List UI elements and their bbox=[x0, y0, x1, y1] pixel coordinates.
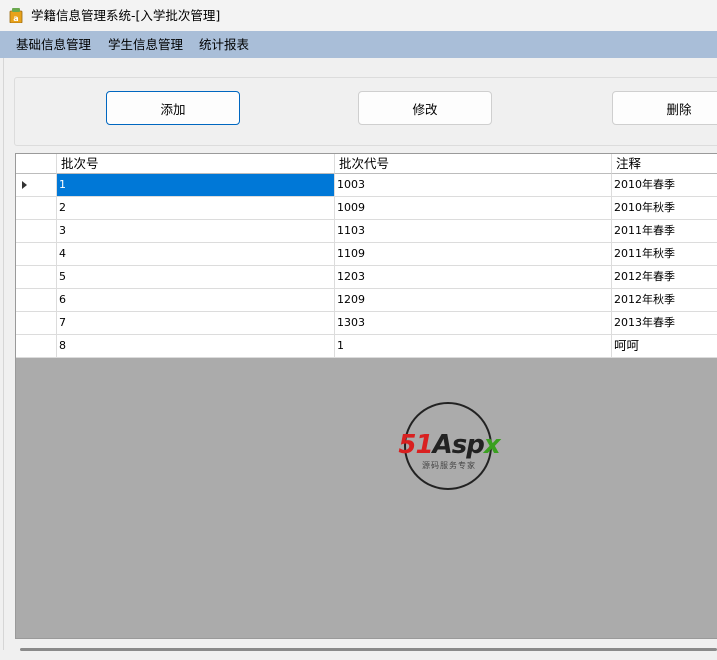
table-row[interactable]: 6 1209 2012年秋季 bbox=[16, 289, 717, 312]
row-header[interactable] bbox=[16, 174, 57, 197]
row-indicator-icon bbox=[22, 181, 27, 189]
column-header-batch-no[interactable]: 批次号 bbox=[57, 154, 335, 174]
logo-brand-asp: Asp bbox=[432, 430, 485, 460]
menu-student-info[interactable]: 学生信息管理 bbox=[108, 37, 183, 53]
cell-batch-code[interactable]: 1109 bbox=[335, 243, 612, 266]
row-header[interactable] bbox=[16, 243, 57, 266]
window-title: 学籍信息管理系统-[入学批次管理] bbox=[31, 8, 221, 23]
cell-batch-no[interactable]: 3 bbox=[57, 220, 335, 243]
logo-tagline: 源码服务专家 bbox=[422, 461, 476, 470]
row-header-corner bbox=[16, 154, 57, 174]
horizontal-scrollbar[interactable] bbox=[16, 640, 717, 660]
cell-batch-code[interactable]: 1 bbox=[335, 335, 612, 358]
cell-batch-code[interactable]: 1103 bbox=[335, 220, 612, 243]
scrollbar-thumb[interactable] bbox=[20, 648, 717, 651]
title-bar: a 学籍信息管理系统-[入学批次管理] bbox=[0, 0, 717, 31]
cell-batch-code[interactable]: 1003 bbox=[335, 174, 612, 197]
cell-note[interactable]: 呵呵 bbox=[612, 335, 717, 358]
batch-grid[interactable]: 批次号 批次代号 注释 1 1003 2010年春季 2 1009 2010年秋… bbox=[15, 153, 717, 639]
row-header[interactable] bbox=[16, 197, 57, 220]
row-header[interactable] bbox=[16, 312, 57, 335]
cell-note[interactable]: 2010年春季 bbox=[612, 174, 717, 197]
add-button[interactable]: 添加 bbox=[106, 91, 240, 125]
edit-button[interactable]: 修改 bbox=[358, 91, 492, 125]
cell-batch-no[interactable]: 7 bbox=[57, 312, 335, 335]
menu-reports[interactable]: 统计报表 bbox=[199, 37, 249, 53]
row-header[interactable] bbox=[16, 266, 57, 289]
table-row[interactable]: 5 1203 2012年春季 bbox=[16, 266, 717, 289]
logo-brand: 51Aspx bbox=[386, 430, 512, 460]
row-header[interactable] bbox=[16, 220, 57, 243]
menu-basic-info[interactable]: 基础信息管理 bbox=[16, 37, 91, 53]
delete-button[interactable]: 删除 bbox=[612, 91, 717, 125]
cell-batch-code[interactable]: 1303 bbox=[335, 312, 612, 335]
cell-note[interactable]: 2012年春季 bbox=[612, 266, 717, 289]
cell-batch-no[interactable]: 1 bbox=[57, 174, 335, 197]
watermark-logo: 51Aspx 源码服务专家 bbox=[386, 402, 512, 494]
cell-note[interactable]: 2012年秋季 bbox=[612, 289, 717, 312]
cell-note[interactable]: 2011年秋季 bbox=[612, 243, 717, 266]
table-row[interactable]: 3 1103 2011年春季 bbox=[16, 220, 717, 243]
cell-batch-code[interactable]: 1209 bbox=[335, 289, 612, 312]
row-header[interactable] bbox=[16, 289, 57, 312]
table-row[interactable]: 2 1009 2010年秋季 bbox=[16, 197, 717, 220]
table-row[interactable]: 4 1109 2011年秋季 bbox=[16, 243, 717, 266]
column-header-batch-code[interactable]: 批次代号 bbox=[335, 154, 612, 174]
cell-note[interactable]: 2013年春季 bbox=[612, 312, 717, 335]
cell-note[interactable]: 2011年春季 bbox=[612, 220, 717, 243]
cell-note[interactable]: 2010年秋季 bbox=[612, 197, 717, 220]
menu-bar: 基础信息管理 学生信息管理 统计报表 bbox=[0, 31, 717, 58]
app-icon: a bbox=[9, 8, 23, 23]
logo-brand-51: 51 bbox=[398, 430, 433, 460]
cell-batch-no[interactable]: 2 bbox=[57, 197, 335, 220]
cell-batch-code[interactable]: 1203 bbox=[335, 266, 612, 289]
logo-brand-x: x bbox=[483, 430, 501, 460]
row-header[interactable] bbox=[16, 335, 57, 358]
cell-batch-no[interactable]: 5 bbox=[57, 266, 335, 289]
column-header-note[interactable]: 注释 bbox=[612, 154, 717, 174]
cell-batch-no[interactable]: 8 bbox=[57, 335, 335, 358]
table-row[interactable]: 8 1 呵呵 bbox=[16, 335, 717, 358]
svg-text:a: a bbox=[13, 14, 18, 23]
table-row[interactable]: 1 1003 2010年春季 bbox=[16, 174, 717, 197]
cell-batch-code[interactable]: 1009 bbox=[335, 197, 612, 220]
table-row[interactable]: 7 1303 2013年春季 bbox=[16, 312, 717, 335]
cell-batch-no[interactable]: 4 bbox=[57, 243, 335, 266]
cell-batch-no[interactable]: 6 bbox=[57, 289, 335, 312]
